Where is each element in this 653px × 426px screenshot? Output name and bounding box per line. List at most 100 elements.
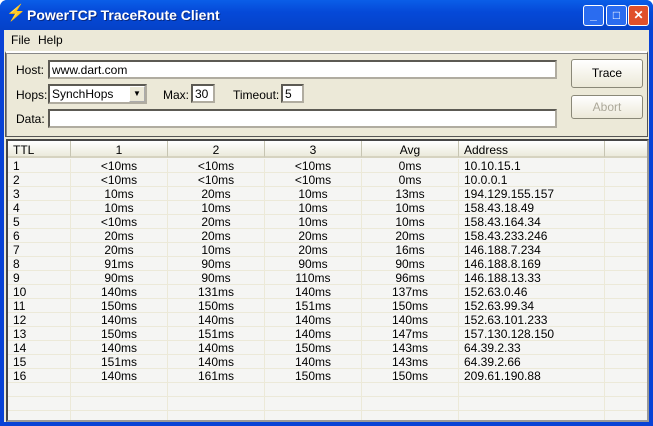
results-table[interactable]: TTL123AvgAddress1<10ms<10ms<10ms0ms10.10…: [6, 139, 649, 422]
cell-hop3[interactable]: 150ms: [265, 341, 362, 355]
minimize-button[interactable]: _: [583, 5, 604, 26]
cell-avg[interactable]: 143ms: [362, 341, 459, 355]
cell-hop1[interactable]: 91ms: [71, 257, 168, 271]
cell-hop2[interactable]: <10ms: [168, 173, 265, 187]
cell-hop3[interactable]: 10ms: [265, 201, 362, 215]
cell-hop3[interactable]: 151ms: [265, 299, 362, 313]
menu-help[interactable]: Help: [38, 33, 63, 47]
cell-hop2[interactable]: 20ms: [168, 229, 265, 243]
cell-hop1[interactable]: 90ms: [71, 271, 168, 285]
close-button[interactable]: ✕: [628, 5, 649, 26]
cell-avg[interactable]: 150ms: [362, 369, 459, 383]
cell-ttl[interactable]: 12: [8, 313, 71, 327]
cell-address[interactable]: 158.43.18.49: [459, 201, 605, 215]
cell-ttl[interactable]: 8: [8, 257, 71, 271]
cell-ttl[interactable]: 1: [8, 159, 71, 173]
cell-ttl[interactable]: 5: [8, 215, 71, 229]
cell-hop3[interactable]: <10ms: [265, 159, 362, 173]
cell-hop3[interactable]: 20ms: [265, 229, 362, 243]
cell-avg[interactable]: 10ms: [362, 201, 459, 215]
column-header-ttl[interactable]: TTL: [8, 141, 71, 158]
data-input[interactable]: [48, 109, 557, 128]
cell-hop1[interactable]: 10ms: [71, 201, 168, 215]
cell-hop3[interactable]: 150ms: [265, 369, 362, 383]
cell-hop1[interactable]: 150ms: [71, 299, 168, 313]
host-input[interactable]: www.dart.com: [48, 60, 557, 79]
cell-hop1[interactable]: 151ms: [71, 355, 168, 369]
menu-file[interactable]: File: [11, 33, 30, 47]
cell-address[interactable]: 146.188.13.33: [459, 271, 605, 285]
empty-cell[interactable]: [605, 215, 649, 229]
cell-hop2[interactable]: 140ms: [168, 313, 265, 327]
empty-cell[interactable]: [605, 327, 649, 341]
cell-hop2[interactable]: 90ms: [168, 271, 265, 285]
cell-ttl[interactable]: 6: [8, 229, 71, 243]
cell-ttl[interactable]: 10: [8, 285, 71, 299]
cell-hop2[interactable]: 151ms: [168, 327, 265, 341]
cell-address[interactable]: 152.63.101.233: [459, 313, 605, 327]
abort-button[interactable]: Abort: [571, 95, 643, 119]
cell-hop1[interactable]: <10ms: [71, 173, 168, 187]
cell-avg[interactable]: 96ms: [362, 271, 459, 285]
cell-hop2[interactable]: 20ms: [168, 215, 265, 229]
cell-address[interactable]: 209.61.190.88: [459, 369, 605, 383]
cell-avg[interactable]: 10ms: [362, 215, 459, 229]
timeout-input[interactable]: 5: [281, 84, 304, 103]
cell-avg[interactable]: 0ms: [362, 173, 459, 187]
empty-cell[interactable]: [605, 341, 649, 355]
cell-ttl[interactable]: 11: [8, 299, 71, 313]
cell-address[interactable]: 152.63.99.34: [459, 299, 605, 313]
cell-ttl[interactable]: 16: [8, 369, 71, 383]
cell-hop2[interactable]: 150ms: [168, 299, 265, 313]
column-header-filler[interactable]: [605, 141, 649, 158]
cell-hop1[interactable]: 150ms: [71, 327, 168, 341]
cell-hop2[interactable]: 20ms: [168, 187, 265, 201]
empty-cell[interactable]: [605, 229, 649, 243]
column-header-address[interactable]: Address: [459, 141, 605, 158]
cell-hop3[interactable]: 110ms: [265, 271, 362, 285]
cell-address[interactable]: 64.39.2.33: [459, 341, 605, 355]
max-input[interactable]: 30: [191, 84, 215, 103]
cell-address[interactable]: 10.0.0.1: [459, 173, 605, 187]
cell-hop2[interactable]: 131ms: [168, 285, 265, 299]
empty-cell[interactable]: [605, 285, 649, 299]
column-header-hop3[interactable]: 3: [265, 141, 362, 158]
cell-hop2[interactable]: 10ms: [168, 243, 265, 257]
cell-hop2[interactable]: 90ms: [168, 257, 265, 271]
cell-ttl[interactable]: 4: [8, 201, 71, 215]
cell-hop3[interactable]: <10ms: [265, 173, 362, 187]
cell-address[interactable]: 146.188.8.169: [459, 257, 605, 271]
cell-hop2[interactable]: 10ms: [168, 201, 265, 215]
cell-ttl[interactable]: 9: [8, 271, 71, 285]
cell-address[interactable]: 157.130.128.150: [459, 327, 605, 341]
cell-ttl[interactable]: 15: [8, 355, 71, 369]
cell-hop1[interactable]: 140ms: [71, 285, 168, 299]
cell-avg[interactable]: 137ms: [362, 285, 459, 299]
chevron-down-icon[interactable]: ▼: [129, 86, 145, 102]
cell-hop1[interactable]: <10ms: [71, 159, 168, 173]
trace-button[interactable]: Trace: [571, 59, 643, 88]
cell-hop1[interactable]: <10ms: [71, 215, 168, 229]
cell-hop2[interactable]: 161ms: [168, 369, 265, 383]
empty-cell[interactable]: [605, 201, 649, 215]
hops-select[interactable]: SynchHops ▼: [48, 84, 147, 104]
cell-hop2[interactable]: 140ms: [168, 355, 265, 369]
cell-avg[interactable]: 140ms: [362, 313, 459, 327]
empty-cell[interactable]: [605, 299, 649, 313]
cell-avg[interactable]: 150ms: [362, 299, 459, 313]
cell-avg[interactable]: 0ms: [362, 159, 459, 173]
cell-ttl[interactable]: 3: [8, 187, 71, 201]
cell-hop3[interactable]: 140ms: [265, 285, 362, 299]
cell-ttl[interactable]: 14: [8, 341, 71, 355]
cell-hop2[interactable]: <10ms: [168, 159, 265, 173]
cell-avg[interactable]: 90ms: [362, 257, 459, 271]
cell-hop1[interactable]: 20ms: [71, 229, 168, 243]
cell-ttl[interactable]: 7: [8, 243, 71, 257]
cell-hop1[interactable]: 140ms: [71, 341, 168, 355]
cell-address[interactable]: 152.63.0.46: [459, 285, 605, 299]
cell-avg[interactable]: 16ms: [362, 243, 459, 257]
cell-address[interactable]: 158.43.233.246: [459, 229, 605, 243]
cell-address[interactable]: 146.188.7.234: [459, 243, 605, 257]
cell-address[interactable]: 64.39.2.66: [459, 355, 605, 369]
cell-hop1[interactable]: 10ms: [71, 187, 168, 201]
